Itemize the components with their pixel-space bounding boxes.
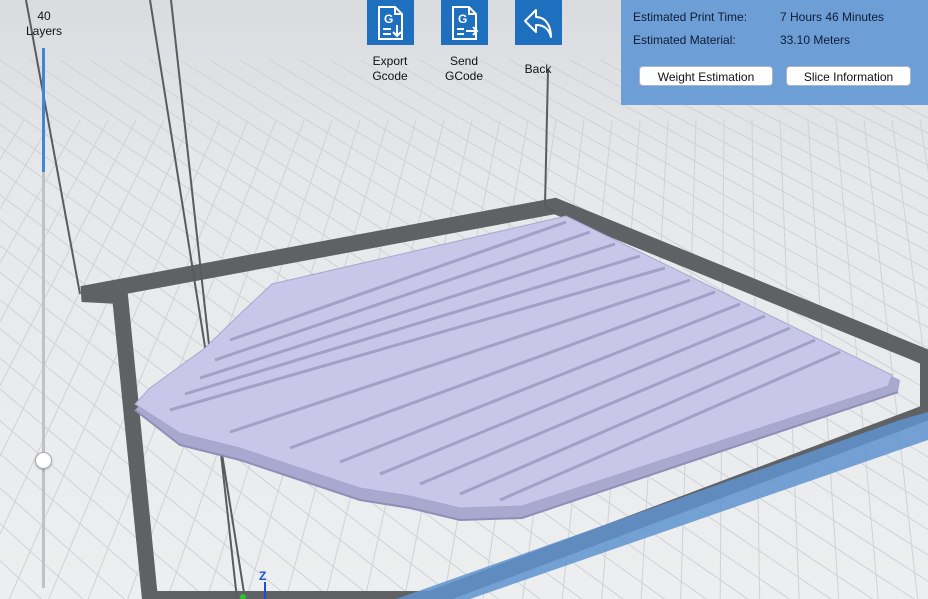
export-gcode-label: Export Gcode bbox=[372, 54, 408, 83]
back-button[interactable]: Back bbox=[498, 0, 578, 77]
layer-slider-thumb[interactable] bbox=[35, 452, 52, 469]
export-gcode-button[interactable]: G Export Gcode bbox=[350, 0, 430, 84]
send-gcode-label: Send GCode bbox=[444, 54, 484, 83]
weight-estimation-button[interactable]: Weight Estimation bbox=[639, 66, 773, 86]
layer-slider-fill bbox=[42, 48, 45, 172]
layer-slider-track[interactable] bbox=[42, 48, 45, 588]
layer-count-value: 40 bbox=[37, 9, 51, 23]
print-time-label: Estimated Print Time: bbox=[633, 10, 748, 24]
slice-information-button[interactable]: Slice Information bbox=[786, 66, 911, 86]
send-gcode-button[interactable]: G Send GCode bbox=[424, 0, 504, 84]
export-gcode-icon: G bbox=[366, 0, 414, 45]
send-gcode-icon: G bbox=[440, 0, 488, 45]
back-arrow-icon bbox=[514, 0, 562, 45]
material-label: Estimated Material: bbox=[633, 33, 736, 47]
svg-text:G: G bbox=[384, 12, 393, 26]
3d-viewport[interactable]: Z 40 Layers G Export Gcode G Send GCode … bbox=[0, 0, 928, 599]
material-value: 33.10 Meters bbox=[780, 33, 851, 47]
slice-info-panel: Estimated Print Time: 7 Hours 46 Minutes… bbox=[621, 0, 928, 105]
print-time-value: 7 Hours 46 Minutes bbox=[780, 10, 885, 24]
svg-text:G: G bbox=[458, 12, 467, 26]
layer-count-unit: Layers bbox=[25, 24, 63, 38]
back-label: Back bbox=[524, 62, 552, 76]
layer-count-label: 40 Layers bbox=[14, 9, 74, 39]
z-axis-label: Z bbox=[259, 569, 266, 583]
